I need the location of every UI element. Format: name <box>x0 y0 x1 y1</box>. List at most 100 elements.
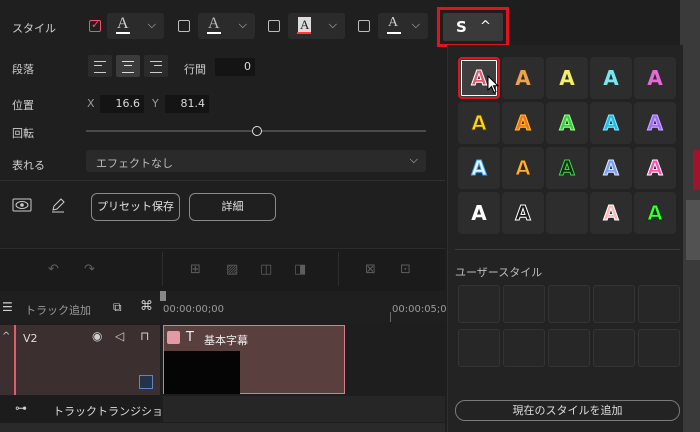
y-position-input[interactable]: 81.4 <box>165 95 209 113</box>
align-left-button[interactable] <box>88 55 112 77</box>
speaker-icon[interactable]: ◁ <box>115 329 124 343</box>
preset-letter: A <box>471 111 488 136</box>
color-swatch <box>387 32 401 34</box>
eye-visibility-icon[interactable]: ◉ <box>92 329 102 343</box>
style-preset-12[interactable]: A <box>502 147 544 189</box>
style-preset-2[interactable]: A <box>502 57 544 99</box>
outline-a-icon: A <box>208 15 220 32</box>
split-right-icon[interactable]: ◨ <box>294 262 306 277</box>
style-preset-15[interactable]: A <box>634 147 676 189</box>
split-icon[interactable]: ◫ <box>260 262 272 277</box>
ruler-tick <box>390 312 391 322</box>
style-preset-4[interactable]: A <box>590 57 632 99</box>
align-right-icon <box>150 61 162 73</box>
toolbar-separator <box>338 252 339 286</box>
preset-letter: A <box>515 201 532 226</box>
delete-icon[interactable]: ⊠ <box>365 262 376 277</box>
style-preset-6[interactable]: A <box>458 102 500 144</box>
eye-icon[interactable] <box>12 197 32 217</box>
user-style-slot-1[interactable] <box>458 285 500 323</box>
snap-icon[interactable]: ⧉ <box>113 300 122 315</box>
line-spacing-input[interactable]: 0 <box>215 58 255 76</box>
style-checkbox-4[interactable] <box>358 20 370 32</box>
style-preset-3[interactable]: A <box>546 57 588 99</box>
lock-icon[interactable]: ⊓ <box>140 329 149 343</box>
chevron-down-icon: ⌵ <box>328 18 337 31</box>
style-preset-17[interactable]: A <box>502 192 544 234</box>
background-a-icon: A <box>388 15 399 30</box>
preset-letter: A <box>603 111 620 136</box>
details-button[interactable]: 詳細 <box>189 193 276 221</box>
style-preset-13[interactable]: A <box>546 147 588 189</box>
time-start-label: 00:00:00;00 <box>163 304 225 315</box>
preset-save-button[interactable]: プリセット保存 <box>91 193 180 221</box>
effect-dropdown[interactable]: エフェクトなし ⌵ <box>86 150 426 172</box>
style-checkbox-1[interactable] <box>89 18 101 32</box>
chevron-down-icon: ⌵ <box>409 153 418 166</box>
style-preset-18[interactable] <box>546 192 588 234</box>
insert-icon[interactable]: ⊞ <box>190 262 201 277</box>
align-center-button[interactable] <box>116 55 140 77</box>
delete-gap-icon[interactable]: ⊡ <box>400 262 411 277</box>
align-right-button[interactable] <box>144 55 168 77</box>
user-style-slot-4[interactable] <box>593 285 635 323</box>
style-preset-toggle-button[interactable]: S ^ <box>437 7 509 47</box>
user-style-slot-7[interactable] <box>503 329 545 367</box>
style-preset-16[interactable]: A <box>458 192 500 234</box>
time-mid-label: 00:00:05;00 <box>392 304 454 315</box>
add-current-style-button[interactable]: 現在のスタイルを追加 <box>455 400 680 421</box>
style-preset-19[interactable]: A <box>590 192 632 234</box>
user-style-slot-9[interactable] <box>593 329 635 367</box>
style-checkbox-3[interactable] <box>268 20 280 32</box>
color-swatch <box>297 32 311 34</box>
redo-icon[interactable]: ↷ <box>84 262 95 277</box>
undo-icon[interactable]: ↶ <box>48 262 59 277</box>
style-preset-8[interactable]: A <box>546 102 588 144</box>
link-icon[interactable]: ⌘ <box>140 299 153 314</box>
preset-letter: A <box>471 201 487 225</box>
preview-sliver-photo <box>686 200 700 260</box>
text-color-dropdown-3[interactable]: A ⌵ <box>288 13 345 39</box>
color-swatch <box>116 32 130 34</box>
clip-edit-icon[interactable] <box>167 331 180 344</box>
user-style-slot-2[interactable] <box>503 285 545 323</box>
playhead-marker[interactable] <box>160 291 166 301</box>
track-fx-icon[interactable] <box>139 375 153 389</box>
user-style-slot-6[interactable] <box>458 329 500 367</box>
text-color-dropdown-1[interactable]: A ⌵ <box>107 13 164 39</box>
effect-dropdown-value: エフェクトなし <box>96 157 173 170</box>
style-preset-10[interactable]: A <box>634 102 676 144</box>
user-style-slot-10[interactable] <box>638 329 680 367</box>
x-position-input[interactable]: 16.6 <box>100 95 144 113</box>
track-transition-label: トラックトランジション <box>53 405 174 418</box>
add-track-icon[interactable]: ☰ <box>2 300 13 314</box>
rotation-slider-handle[interactable] <box>252 126 262 136</box>
add-track-label[interactable]: トラック追加 <box>25 302 91 318</box>
style-preset-11[interactable]: A <box>458 147 500 189</box>
style-preset-9[interactable]: A <box>590 102 632 144</box>
preset-letter: A <box>603 156 620 181</box>
user-style-slot-8[interactable] <box>548 329 590 367</box>
user-style-title: ユーザースタイル <box>455 266 543 279</box>
shadow-a-icon: A <box>298 17 312 33</box>
style-preset-20[interactable]: A <box>634 192 676 234</box>
preset-letter: A <box>647 66 663 90</box>
style-checkbox-2[interactable] <box>178 20 190 32</box>
hatch-icon[interactable]: ▨ <box>226 262 238 277</box>
pencil-icon[interactable] <box>50 197 66 217</box>
divider <box>0 180 445 181</box>
user-style-slot-3[interactable] <box>548 285 590 323</box>
collapse-chevron-icon[interactable]: ^ <box>2 331 10 342</box>
style-preset-14[interactable]: A <box>590 147 632 189</box>
user-style-slot-5[interactable] <box>638 285 680 323</box>
style-preset-7[interactable]: A <box>502 102 544 144</box>
clip-title: 基本字幕 <box>204 334 248 347</box>
text-color-dropdown-2[interactable]: A ⌵ <box>198 13 255 39</box>
style-preset-5[interactable]: A <box>634 57 676 99</box>
track-transition-lane <box>163 396 445 422</box>
text-color-dropdown-4[interactable]: A ⌵ <box>378 13 428 39</box>
timeline-toolbar <box>0 248 445 292</box>
transition-link-icon[interactable]: ⊶ <box>15 401 27 415</box>
subtitle-clip[interactable]: T 基本字幕 <box>163 325 345 394</box>
preset-letter: A <box>515 66 531 90</box>
